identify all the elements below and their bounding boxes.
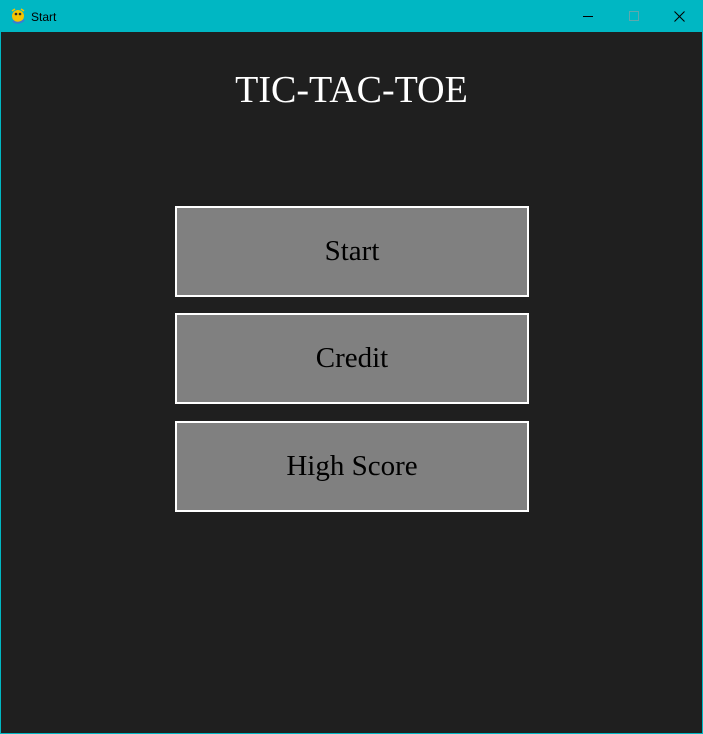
app-window: Start TIC-TAC-TOE Start Credit High Scor…	[0, 0, 703, 734]
game-canvas: TIC-TAC-TOE Start Credit High Score	[1, 32, 702, 733]
high-score-button-label: High Score	[286, 450, 418, 482]
start-button[interactable]: Start	[175, 206, 529, 297]
minimize-button[interactable]	[565, 1, 611, 32]
title-bar[interactable]: Start	[1, 1, 702, 32]
credit-button[interactable]: Credit	[175, 313, 529, 404]
pygame-snake-icon	[10, 8, 27, 25]
maximize-icon	[629, 11, 639, 21]
minimize-icon	[583, 16, 593, 17]
maximize-button[interactable]	[611, 1, 657, 32]
window-title: Start	[31, 10, 57, 24]
close-button[interactable]	[656, 1, 702, 32]
credit-button-label: Credit	[315, 342, 389, 374]
high-score-button[interactable]: High Score	[175, 421, 529, 512]
close-icon	[674, 11, 685, 22]
game-title: TIC-TAC-TOE	[235, 69, 468, 111]
start-button-label: Start	[324, 235, 380, 267]
